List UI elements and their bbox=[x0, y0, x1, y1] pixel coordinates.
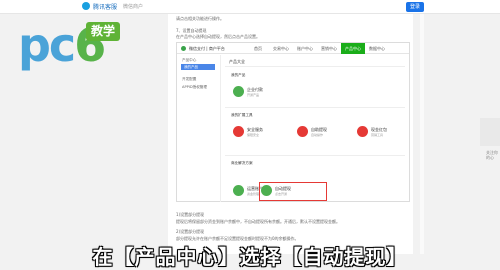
brand-icon bbox=[82, 2, 90, 10]
redpacket-icon bbox=[357, 126, 368, 137]
highlight-box bbox=[259, 182, 327, 201]
shield-icon bbox=[233, 126, 244, 137]
card-desc: 开通产品 bbox=[247, 93, 260, 97]
wechat-pay-icon bbox=[181, 46, 186, 51]
side-widget bbox=[480, 118, 500, 146]
tab-data[interactable]: 数据中心 bbox=[365, 43, 389, 54]
brand-name: 腾讯客服 bbox=[93, 4, 118, 11]
page-header: 腾讯客服 微信商户 登录 bbox=[0, 0, 500, 14]
tab-account[interactable]: 账户中心 bbox=[293, 43, 317, 54]
article-subheading: 2)设置部分提现 bbox=[176, 229, 205, 234]
scrollbar[interactable] bbox=[420, 14, 424, 254]
section-my-products: 我的产品 bbox=[231, 73, 246, 77]
article-paragraph: 提现后将保留部分资金到账户余额中，不自动提现所有余额。开通后，默认不设置提现金额… bbox=[176, 219, 340, 224]
card-self-withdraw[interactable]: 自助提现 自动操作 bbox=[297, 123, 349, 141]
side-note: 关注你的心 bbox=[486, 150, 498, 160]
merchant-nav: 微信支付 | 商户平台 首页 交易中心 账户中心 营销中心 产品中心 数据中心 bbox=[177, 43, 409, 54]
tab-marketing[interactable]: 营销中心 bbox=[317, 43, 341, 54]
card-cash-redpacket[interactable]: 现金红包 营销工具 bbox=[357, 123, 409, 141]
video-subtitle: 在【产品中心】选择【自动提现】 bbox=[92, 245, 408, 269]
card-icon bbox=[233, 86, 244, 97]
tab-trade[interactable]: 交易中心 bbox=[269, 43, 293, 54]
article-text: 请点击相关功能进行操作。 bbox=[176, 16, 224, 21]
card-desc: 保障安全 bbox=[247, 133, 260, 137]
sidebar-title: 产品中心 bbox=[182, 58, 197, 62]
divider bbox=[225, 66, 405, 67]
card-enterprise-pay[interactable]: 企业付款 开通产品 bbox=[233, 83, 285, 101]
tab-product-center[interactable]: 产品中心 bbox=[341, 43, 365, 54]
tab-home[interactable]: 首页 bbox=[247, 43, 269, 54]
pc6-logo-letters: pc bbox=[18, 18, 76, 72]
card-security-service[interactable]: 安全服务 保障安全 bbox=[233, 123, 285, 141]
card-desc: 自动操作 bbox=[311, 133, 324, 137]
tools-icon bbox=[297, 126, 308, 137]
embedded-screenshot: 微信支付 | 商户平台 首页 交易中心 账户中心 营销中心 产品中心 数据中心 … bbox=[176, 42, 410, 202]
article-subheading: 1)设置部分提现 bbox=[176, 212, 205, 217]
sidebar-item-appid[interactable]: APPID授权管理 bbox=[182, 85, 207, 90]
section-extension-tools: 我的扩展工具 bbox=[231, 113, 253, 117]
product-sidebar: 产品中心 我的产品 开发配置 APPID授权管理 bbox=[177, 55, 221, 202]
sidebar-item-dev-config[interactable]: 开发配置 bbox=[182, 77, 196, 82]
wallet-icon bbox=[233, 185, 244, 196]
card-desc: 营销工具 bbox=[371, 133, 384, 137]
card-desc: 资金管理 bbox=[247, 192, 260, 196]
section-business-solutions: 商业解决方案 bbox=[231, 161, 253, 165]
sidebar-item-my-products[interactable]: 我的产品 bbox=[181, 64, 215, 70]
platform-title: 微信支付 | 商户平台 bbox=[189, 46, 225, 51]
step-description: 在产品中心选择自动提现，然后点击产品设置。 bbox=[176, 34, 260, 39]
divider bbox=[225, 155, 405, 156]
content-title: 产品大全 bbox=[229, 59, 245, 64]
divider bbox=[225, 107, 405, 108]
login-button[interactable]: 登录 bbox=[406, 2, 424, 12]
brand-subtitle: 微信商户 bbox=[123, 4, 144, 10]
tutorial-badge: 教学 bbox=[86, 22, 120, 41]
